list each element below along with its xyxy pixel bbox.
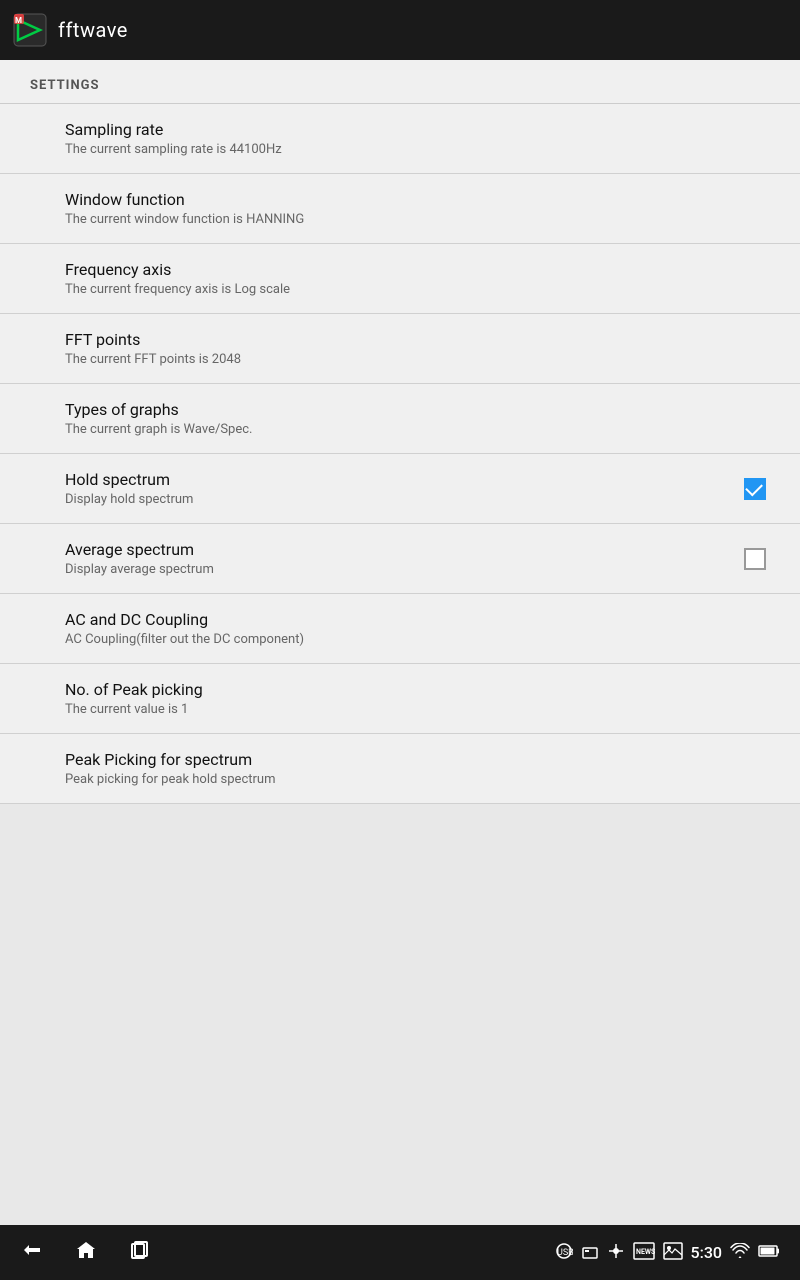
app-title: fftwave <box>58 18 128 42</box>
bottom-bar: USB NEWS <box>0 1225 800 1280</box>
setting-item-fft-points[interactable]: FFT points The current FFT points is 2048 <box>0 314 800 384</box>
home-icon[interactable] <box>74 1238 98 1268</box>
nav-icons <box>20 1238 152 1268</box>
setting-title-hold-spectrum: Hold spectrum <box>65 470 740 489</box>
setting-subtitle-frequency-axis: The current frequency axis is Log scale <box>65 282 770 297</box>
status-icons: USB NEWS <box>555 1242 781 1264</box>
battery-icon <box>758 1243 780 1263</box>
setting-item-peak-picking-spectrum[interactable]: Peak Picking for spectrum Peak picking fo… <box>0 734 800 804</box>
usb-icon: USB <box>555 1242 573 1264</box>
setting-subtitle-peak-picking-no: The current value is 1 <box>65 702 770 717</box>
setting-subtitle-window-function: The current window function is HANNING <box>65 212 770 227</box>
setting-subtitle-ac-dc-coupling: AC Coupling(filter out the DC component) <box>65 632 770 647</box>
setting-title-sampling-rate: Sampling rate <box>65 120 770 139</box>
app-bar: M fftwave <box>0 0 800 60</box>
setting-subtitle-types-of-graphs: The current graph is Wave/Spec. <box>65 422 770 437</box>
setting-subtitle-sampling-rate: The current sampling rate is 44100Hz <box>65 142 770 157</box>
settings-list: Sampling rate The current sampling rate i… <box>0 104 800 804</box>
setting-item-types-of-graphs[interactable]: Types of graphs The current graph is Wave… <box>0 384 800 454</box>
settings-container: SETTINGS Sampling rate The current sampli… <box>0 60 800 804</box>
main-content: SETTINGS Sampling rate The current sampli… <box>0 60 800 1245</box>
checkbox-average-spectrum[interactable] <box>740 544 770 574</box>
setting-title-types-of-graphs: Types of graphs <box>65 400 770 419</box>
checkbox-box-hold-spectrum <box>744 478 766 500</box>
back-icon[interactable] <box>20 1238 44 1268</box>
storage-icon <box>581 1244 599 1262</box>
setting-title-fft-points: FFT points <box>65 330 770 349</box>
image-icon <box>663 1242 683 1264</box>
setting-item-window-function[interactable]: Window function The current window functi… <box>0 174 800 244</box>
checkbox-box-average-spectrum <box>744 548 766 570</box>
recents-icon[interactable] <box>128 1238 152 1268</box>
setting-subtitle-peak-picking-spectrum: Peak picking for peak hold spectrum <box>65 772 770 787</box>
app-icon: M <box>12 12 48 48</box>
setting-title-peak-picking-no: No. of Peak picking <box>65 680 770 699</box>
svg-text:M: M <box>15 16 22 25</box>
svg-text:NEWS: NEWS <box>636 1248 655 1256</box>
svg-text:USB: USB <box>557 1248 573 1258</box>
setting-item-ac-dc-coupling[interactable]: AC and DC Coupling AC Coupling(filter out… <box>0 594 800 664</box>
wifi-icon <box>730 1243 750 1263</box>
setting-item-average-spectrum[interactable]: Average spectrum Display average spectrum <box>0 524 800 594</box>
setting-subtitle-hold-spectrum: Display hold spectrum <box>65 492 740 507</box>
setting-title-frequency-axis: Frequency axis <box>65 260 770 279</box>
setting-title-ac-dc-coupling: AC and DC Coupling <box>65 610 770 629</box>
setting-title-window-function: Window function <box>65 190 770 209</box>
setting-title-peak-picking-spectrum: Peak Picking for spectrum <box>65 750 770 769</box>
news-icon: NEWS <box>633 1242 655 1264</box>
setting-subtitle-fft-points: The current FFT points is 2048 <box>65 352 770 367</box>
checkbox-hold-spectrum[interactable] <box>740 474 770 504</box>
setting-item-peak-picking-no[interactable]: No. of Peak picking The current value is … <box>0 664 800 734</box>
clock-display: 5:30 <box>691 1243 723 1262</box>
setting-subtitle-average-spectrum: Display average spectrum <box>65 562 740 577</box>
setting-title-average-spectrum: Average spectrum <box>65 540 740 559</box>
setting-item-hold-spectrum[interactable]: Hold spectrum Display hold spectrum <box>0 454 800 524</box>
setting-item-sampling-rate[interactable]: Sampling rate The current sampling rate i… <box>0 104 800 174</box>
usb2-icon <box>607 1242 625 1264</box>
setting-item-frequency-axis[interactable]: Frequency axis The current frequency axis… <box>0 244 800 314</box>
settings-header: SETTINGS <box>0 60 800 103</box>
